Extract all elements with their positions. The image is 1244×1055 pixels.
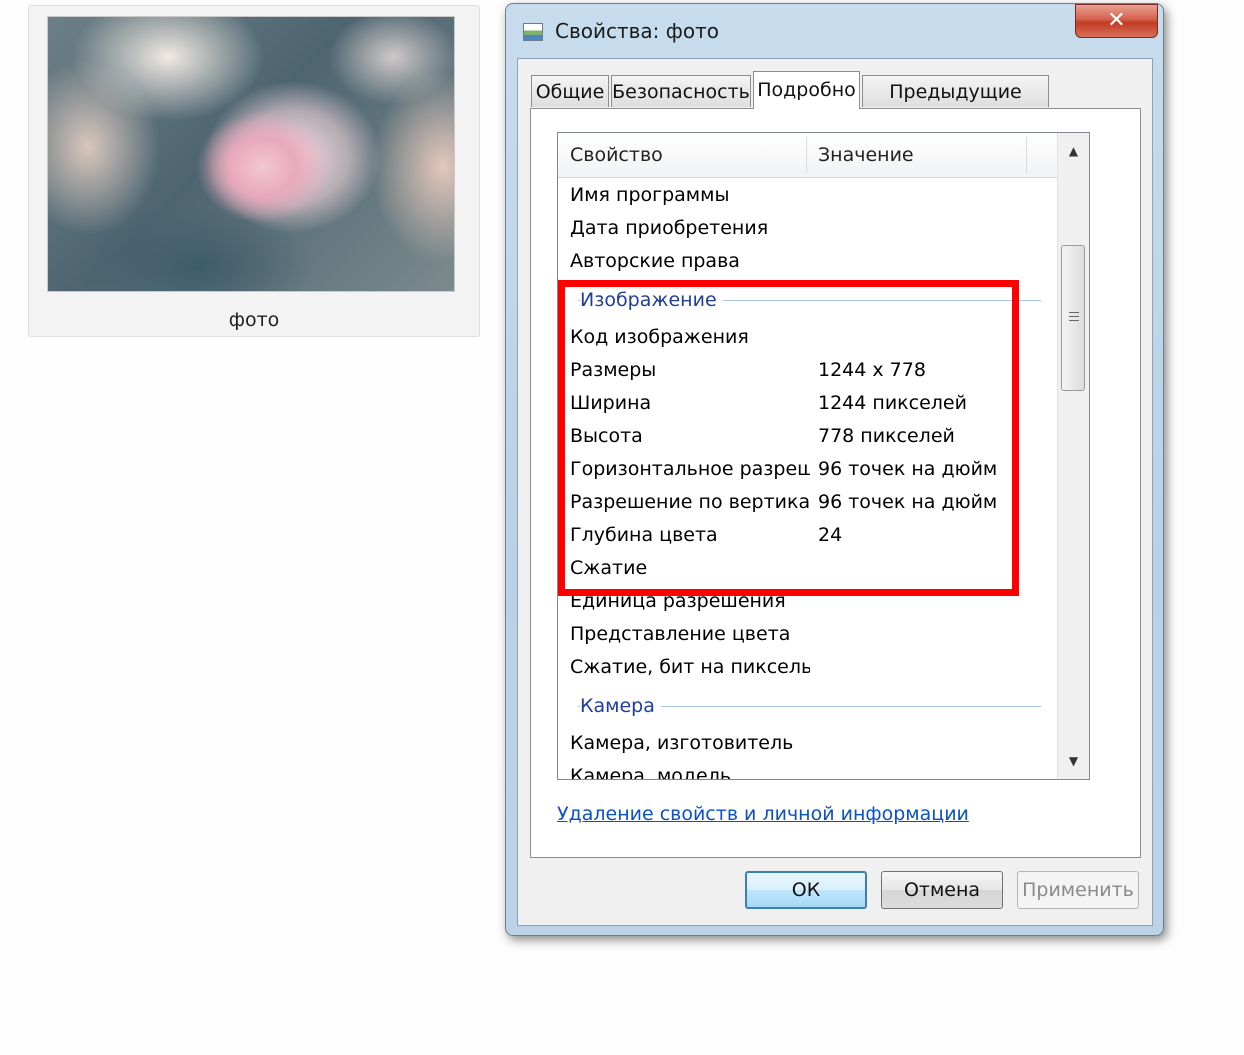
- property-name: Камера, изготовитель: [570, 732, 794, 754]
- column-divider[interactable]: [806, 137, 807, 173]
- column-header-property[interactable]: Свойство: [570, 133, 663, 177]
- property-value: 1244 пикселей: [818, 392, 967, 414]
- list-item[interactable]: Камера, изготовитель: [558, 727, 1057, 760]
- list-item[interactable]: Горизонтальное разреше... 96 точек на дю…: [558, 453, 1057, 486]
- properties-dialog: Свойства: фото ✕ Общие Безопасность Подр…: [505, 3, 1164, 936]
- tab-security[interactable]: Безопасность: [611, 75, 751, 107]
- list-item[interactable]: Высота 778 пикселей: [558, 420, 1057, 453]
- apply-button[interactable]: Применить: [1017, 871, 1139, 909]
- scroll-down-icon[interactable]: ▼: [1058, 745, 1089, 777]
- property-name: Сжатие, бит на пиксель: [570, 656, 810, 678]
- vertical-scrollbar[interactable]: ▲ ▼: [1057, 133, 1089, 779]
- list-item[interactable]: Разрешение по вертикали 96 точек на дюйм: [558, 486, 1057, 519]
- remove-properties-link[interactable]: Удаление свойств и личной информации: [557, 803, 969, 825]
- property-name: Имя программы: [570, 184, 730, 206]
- tab-details[interactable]: Подробно: [753, 71, 860, 109]
- property-value: 96 точек на дюйм: [818, 458, 998, 480]
- scroll-thumb[interactable]: [1061, 245, 1085, 391]
- list-header: Свойство Значение: [558, 133, 1057, 178]
- group-header-camera[interactable]: Камера: [558, 690, 1057, 723]
- property-name: Представление цвета: [570, 623, 791, 645]
- column-divider[interactable]: [1026, 137, 1027, 173]
- property-name: Камера, модель: [570, 765, 732, 780]
- file-tile[interactable]: фото: [28, 5, 480, 337]
- list-item[interactable]: Сжатие, бит на пиксель: [558, 651, 1057, 684]
- property-value: 24: [818, 524, 843, 546]
- list-item[interactable]: Имя программы: [558, 179, 1057, 212]
- image-file-icon: [523, 23, 543, 41]
- dialog-client-area: Общие Безопасность Подробно Предыдущие в…: [517, 58, 1153, 926]
- property-name: Горизонтальное разреше...: [570, 458, 810, 480]
- list-item[interactable]: Дата приобретения: [558, 212, 1057, 245]
- details-panel: Свойство Значение Имя программы Дата при…: [530, 108, 1141, 858]
- property-name: Код изображения: [570, 326, 749, 348]
- column-header-value[interactable]: Значение: [818, 133, 914, 177]
- group-label: Изображение: [580, 284, 723, 317]
- property-name: Ширина: [570, 392, 652, 414]
- property-name: Высота: [570, 425, 643, 447]
- close-button[interactable]: ✕: [1075, 4, 1158, 38]
- list-item[interactable]: Представление цвета: [558, 618, 1057, 651]
- scroll-up-icon[interactable]: ▲: [1058, 135, 1089, 167]
- group-label: Камера: [580, 690, 661, 723]
- group-header-image[interactable]: Изображение: [558, 284, 1057, 317]
- property-name: Дата приобретения: [570, 217, 769, 239]
- list-item[interactable]: Код изображения: [558, 321, 1057, 354]
- property-value: 96 точек на дюйм: [818, 491, 998, 513]
- tab-general[interactable]: Общие: [531, 75, 609, 107]
- property-name: Единица разрешения: [570, 590, 786, 612]
- property-name: Разрешение по вертикали: [570, 491, 810, 513]
- list-item[interactable]: Ширина 1244 пикселей: [558, 387, 1057, 420]
- dialog-title: Свойства: фото: [555, 19, 719, 43]
- list-item[interactable]: Сжатие: [558, 552, 1057, 585]
- list-item[interactable]: Камера, модель: [558, 760, 1057, 780]
- property-name: Глубина цвета: [570, 524, 718, 546]
- list-item[interactable]: Авторские права: [558, 245, 1057, 278]
- property-value: 1244 x 778: [818, 359, 926, 381]
- list-item[interactable]: Единица разрешения: [558, 585, 1057, 618]
- file-name-label: фото: [228, 309, 280, 331]
- property-name: Сжатие: [570, 557, 648, 579]
- property-value: 778 пикселей: [818, 425, 955, 447]
- tab-previous-versions[interactable]: Предыдущие версии: [862, 75, 1049, 135]
- grip-icon: [1069, 312, 1079, 324]
- cancel-button[interactable]: Отмена: [881, 871, 1003, 909]
- property-name: Размеры: [570, 359, 657, 381]
- ok-button[interactable]: ОК: [745, 871, 867, 909]
- properties-list[interactable]: Свойство Значение Имя программы Дата при…: [557, 132, 1090, 780]
- list-item[interactable]: Размеры 1244 x 778: [558, 354, 1057, 387]
- property-name: Авторские права: [570, 250, 740, 272]
- photo-thumbnail[interactable]: [47, 16, 455, 292]
- list-item[interactable]: Глубина цвета 24: [558, 519, 1057, 552]
